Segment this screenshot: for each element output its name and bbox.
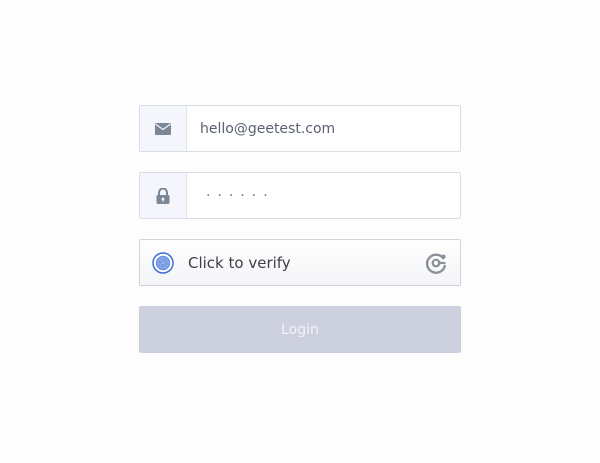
- captcha-label: Click to verify: [188, 253, 291, 272]
- email-field-group: [139, 105, 461, 152]
- email-icon-box: [140, 106, 187, 151]
- lock-icon: [156, 187, 170, 204]
- password-input[interactable]: ······: [187, 173, 460, 218]
- captcha-indicator: [152, 251, 174, 274]
- fingerprint-icon: [152, 251, 174, 274]
- geetest-logo-icon: [425, 253, 446, 274]
- password-icon-box: [140, 173, 187, 218]
- captcha-verify-button[interactable]: Click to verify: [139, 239, 461, 286]
- envelope-icon: [155, 122, 171, 135]
- email-input[interactable]: [187, 106, 460, 151]
- login-form: ······ Click to verify Login: [139, 105, 461, 353]
- password-field-group: ······: [139, 172, 461, 219]
- login-button[interactable]: Login: [139, 306, 461, 353]
